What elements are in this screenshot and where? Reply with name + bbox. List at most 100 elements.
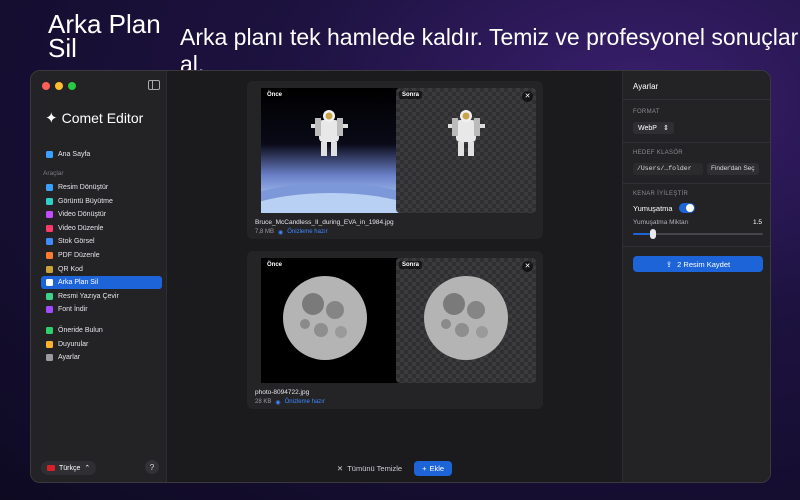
astronaut-cutout-image [448, 110, 485, 156]
sidebar-item-tool[interactable]: Resim Dönüştür [41, 181, 162, 194]
app-window: ✦ Comet Editor Ana Sayfa Araçlar Resim D… [30, 70, 771, 483]
stock-image-icon [46, 238, 53, 246]
language-label: Türkçe [59, 464, 81, 472]
bottom-toolbar: ✕ Tümünü Temizle + Ekle [167, 454, 622, 482]
sidebar-item-extra[interactable]: Duyurular [41, 338, 162, 351]
sidebar-item-extra[interactable]: Ayarlar [41, 351, 162, 364]
file-size: 7,8 MB [255, 229, 275, 235]
image-convert-icon [46, 184, 53, 191]
sidebar-item-tool[interactable]: Resmi Yazıya Çevir [41, 290, 162, 303]
eye-icon: ◉ [278, 230, 284, 236]
choose-from-finder-button[interactable]: Finder'dan Seç [707, 163, 759, 175]
sidebar-item-label: Arka Plan Sil [58, 279, 99, 287]
sidebar-item-home[interactable]: Ana Sayfa [41, 148, 162, 161]
moon-cutout-image [424, 276, 508, 360]
after-label: Sonra [399, 91, 423, 99]
ocr-icon [46, 292, 53, 300]
sidebar-item-tool[interactable]: Görüntü Büyütme [41, 195, 162, 208]
slider-thumb[interactable] [649, 229, 656, 239]
sidebar-item-tool[interactable]: Video Düzenle [41, 222, 162, 235]
edge-refine-label: KENAR İYİLEŞTİR [633, 191, 689, 197]
astronaut-image [261, 110, 401, 213]
sidebar: ✦ Comet Editor Ana Sayfa Araçlar Resim D… [31, 71, 167, 482]
eye-icon: ◉ [275, 400, 281, 406]
sidebar-item-tool[interactable]: Arka Plan Sil [41, 276, 162, 290]
minimize-window-button[interactable] [55, 82, 63, 90]
file-name: photo-8094722.jpg [255, 389, 310, 396]
remove-image-button[interactable]: ✕ [522, 91, 533, 102]
divider [623, 246, 770, 247]
sidebar-item-label: Duyurular [58, 340, 89, 348]
before-preview: Önce [261, 258, 401, 383]
add-button[interactable]: + Ekle [414, 460, 453, 476]
sidebar-item-label: Resim Dönüştür [58, 184, 109, 191]
save-icon: ⇪ [665, 259, 673, 269]
help-button[interactable]: ? [145, 460, 159, 474]
sidebar-item-label: PDF Düzenle [58, 252, 100, 259]
image-card: Önce Sonra ✕ Bruce_McCandless_II_during_… [247, 81, 543, 239]
main-content: Önce Sonra ✕ Bruce_McCandless_II_during_… [167, 71, 622, 482]
remove-image-button[interactable]: ✕ [522, 261, 533, 272]
file-name: Bruce_McCandless_II_during_EVA_in_1984.j… [255, 219, 394, 226]
panel-title: Ayarlar [633, 82, 659, 91]
target-folder-label: HEDEF KLASÖR [633, 150, 683, 156]
sparkle-icon: ✦ [45, 110, 58, 127]
sidebar-item-label: Video Dönüştür [58, 211, 107, 219]
app-name: Comet Editor [61, 110, 144, 126]
language-selector[interactable]: Türkçe ⌃ [41, 461, 97, 475]
pdf-icon [46, 252, 53, 259]
sidebar-item-label: Stok Görsel [58, 238, 95, 246]
preview-status: Önizleme hazır [284, 399, 325, 405]
clear-all-label: Tümünü Temizle [347, 463, 403, 473]
video-edit-icon [46, 224, 53, 232]
section-label-tools: Araçlar [43, 170, 64, 177]
sidebar-item-tool[interactable]: PDF Düzenle [41, 249, 162, 262]
divider [623, 183, 770, 184]
before-label: Önce [264, 261, 286, 269]
before-label: Önce [264, 91, 286, 99]
app-logo: ✦ Comet Editor [45, 109, 143, 127]
smoothing-label: Yumuşatma [633, 204, 673, 213]
window-controls [42, 82, 76, 90]
smoothing-amount-label: Yumuşatma Miktarı [633, 219, 689, 226]
after-preview: Sonra ✕ [396, 88, 536, 213]
sidebar-item-label: Görüntü Büyütme [58, 197, 113, 205]
preview-status: Önizleme hazır [287, 229, 328, 235]
sidebar-item-tool[interactable]: QR Kod [41, 263, 162, 276]
moon-image [283, 276, 367, 360]
feedback-icon [46, 327, 53, 334]
format-select[interactable]: WebP ⇕ [633, 122, 674, 134]
image-card: Önce Sonra ✕ photo-8094722.jpg 28 KB ◉ Ö… [247, 251, 543, 409]
chevron-updown-icon: ⇕ [662, 125, 669, 132]
sidebar-item-tool[interactable]: Video Dönüştür [41, 208, 162, 221]
home-icon [46, 151, 53, 158]
zoom-window-button[interactable] [68, 82, 76, 90]
sidebar-item-tool[interactable]: Stok Görsel [41, 235, 162, 248]
smoothing-amount-slider[interactable] [633, 229, 763, 239]
bell-icon [46, 340, 53, 348]
remove-background-icon [46, 279, 53, 287]
sidebar-item-label: Font İndir [58, 306, 88, 314]
sidebar-item-label: Ayarlar [58, 354, 81, 362]
folder-path-field[interactable]: /Users/…folder [633, 163, 703, 175]
sidebar-toggle-icon[interactable] [148, 80, 160, 90]
turkey-flag-icon [47, 465, 55, 471]
close-window-button[interactable] [42, 82, 50, 90]
sidebar-item-label: Ana Sayfa [58, 151, 91, 158]
format-value: WebP [638, 124, 657, 132]
chevron-up-icon: ⌃ [84, 465, 91, 472]
format-label: FORMAT [633, 109, 660, 115]
sidebar-item-extra[interactable]: Öneride Bulun [41, 324, 162, 337]
qr-code-icon [46, 265, 53, 273]
clear-all-button[interactable]: ✕ Tümünü Temizle [337, 464, 402, 473]
divider [623, 99, 770, 100]
close-icon: ✕ [336, 463, 344, 473]
sidebar-item-label: Resmi Yazıya Çevir [58, 292, 119, 300]
sidebar-item-tool[interactable]: Font İndir [41, 303, 162, 316]
after-preview: Sonra ✕ [396, 258, 536, 383]
file-meta: 7,8 MB ◉ Önizleme hazır [255, 229, 328, 236]
smoothing-toggle[interactable] [679, 203, 695, 213]
save-images-button[interactable]: ⇪ 2 Resim Kaydet [633, 256, 763, 272]
sidebar-item-label: Öneride Bulun [58, 327, 103, 334]
save-label: 2 Resim Kaydet [677, 259, 731, 269]
